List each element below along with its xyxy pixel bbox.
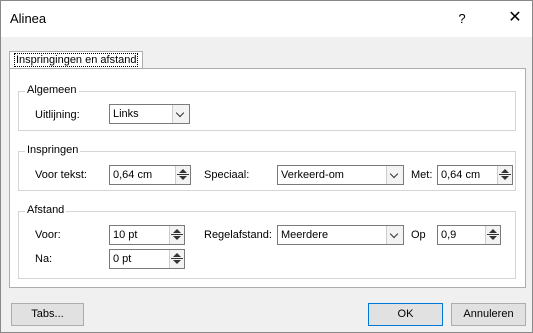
paragraph-dialog: Alinea ? ✕ Inspringingen en afstand Alge…: [0, 0, 533, 333]
help-button[interactable]: ?: [453, 7, 471, 31]
before-text-spinner[interactable]: 0,64 cm: [109, 165, 191, 185]
after-spacing-label: Na:: [35, 253, 53, 265]
after-spacing-value: 0 pt: [113, 253, 132, 265]
before-text-value: 0,64 cm: [113, 169, 153, 181]
spinner-arrows-icon[interactable]: [497, 166, 512, 184]
at-spinner[interactable]: 0,9: [437, 225, 501, 245]
before-spacing-value: 10 pt: [113, 229, 138, 241]
after-spacing-spinner[interactable]: 0 pt: [109, 249, 185, 269]
at-value: 0,9: [441, 229, 457, 241]
special-label: Speciaal:: [204, 169, 250, 181]
spinner-arrows-icon[interactable]: [485, 226, 500, 244]
general-group: Algemeen Uitlijning: Links: [18, 84, 516, 131]
before-text-label: Voor tekst:: [35, 169, 87, 181]
title-bar: Alinea ? ✕: [1, 1, 532, 37]
by-value: 0,64 cm: [441, 169, 481, 181]
spacing-group: Afstand Voor: 10 pt Regelafstand: Meerde…: [18, 204, 516, 279]
by-label: Met:: [411, 169, 433, 181]
special-value: Verkeerd-om: [281, 169, 344, 181]
alignment-label: Uitlijning:: [35, 109, 80, 121]
alignment-value: Links: [113, 108, 139, 120]
indent-group: Inspringen Voor tekst: 0,64 cm Speciaal:…: [18, 144, 516, 191]
close-icon[interactable]: ✕: [501, 5, 529, 31]
chevron-down-icon[interactable]: [386, 166, 403, 184]
dialog-title: Alinea: [10, 11, 47, 26]
spacing-legend: Afstand: [25, 204, 67, 216]
general-legend: Algemeen: [25, 84, 79, 96]
cancel-button[interactable]: Annuleren: [451, 303, 526, 326]
line-spacing-label: Regelafstand:: [204, 229, 272, 241]
chevron-down-icon[interactable]: [386, 226, 403, 244]
tab-label: Inspringingen en afstand: [14, 53, 139, 67]
tabs-button[interactable]: Tabs...: [11, 303, 84, 326]
chevron-down-icon[interactable]: [172, 105, 189, 123]
at-label: Op: [411, 229, 426, 241]
alignment-select[interactable]: Links: [109, 104, 190, 124]
before-spacing-spinner[interactable]: 10 pt: [109, 225, 185, 245]
before-spacing-label: Voor:: [35, 229, 61, 241]
line-spacing-value: Meerdere: [281, 229, 329, 241]
indent-legend: Inspringen: [25, 144, 81, 156]
ok-button[interactable]: OK: [368, 303, 443, 326]
spinner-arrows-icon[interactable]: [169, 250, 184, 268]
spinner-arrows-icon[interactable]: [169, 226, 184, 244]
by-spinner[interactable]: 0,64 cm: [437, 165, 513, 185]
tab-indents-and-spacing[interactable]: Inspringingen en afstand: [9, 51, 144, 69]
spinner-arrows-icon[interactable]: [175, 166, 190, 184]
special-select[interactable]: Verkeerd-om: [277, 165, 404, 185]
tab-panel: Algemeen Uitlijning: Links Inspringen Vo…: [9, 68, 526, 288]
line-spacing-select[interactable]: Meerdere: [277, 225, 404, 245]
